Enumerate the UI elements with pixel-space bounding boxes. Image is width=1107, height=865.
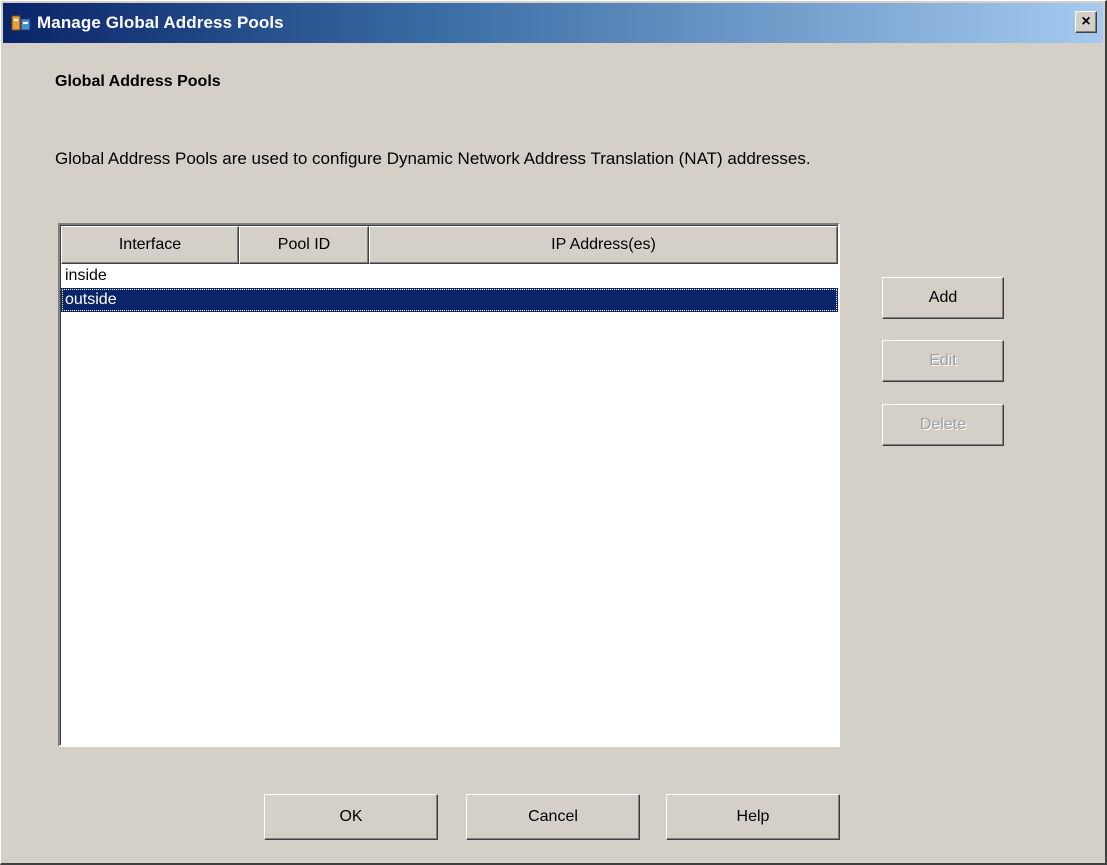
close-icon: × bbox=[1081, 13, 1091, 30]
dialog-window: Manage Global Address Pools × Global Add… bbox=[0, 0, 1107, 865]
column-header-interface[interactable]: Interface bbox=[61, 226, 239, 264]
pools-table: Interface Pool ID IP Address(es) inside … bbox=[58, 223, 840, 747]
section-title: Global Address Pools bbox=[55, 73, 221, 90]
add-button[interactable]: Add bbox=[882, 277, 1004, 319]
delete-button[interactable]: Delete bbox=[882, 404, 1004, 446]
edit-button[interactable]: Edit bbox=[882, 340, 1004, 382]
column-header-ip-addresses[interactable]: IP Address(es) bbox=[369, 226, 838, 264]
description-text: Global Address Pools are used to configu… bbox=[55, 149, 811, 168]
window-title: Manage Global Address Pools bbox=[37, 13, 284, 32]
table-row[interactable]: inside bbox=[61, 264, 838, 288]
column-header-pool-id[interactable]: Pool ID bbox=[239, 226, 369, 264]
close-button[interactable]: × bbox=[1075, 11, 1097, 33]
ok-button[interactable]: OK bbox=[264, 794, 438, 840]
table-row-selected[interactable]: outside bbox=[61, 288, 838, 312]
cell-interface: outside bbox=[65, 291, 117, 308]
help-button[interactable]: Help bbox=[666, 794, 840, 840]
table-header: Interface Pool ID IP Address(es) bbox=[61, 226, 838, 264]
cell-interface: inside bbox=[65, 267, 107, 284]
title-bar[interactable]: Manage Global Address Pools × bbox=[3, 3, 1103, 43]
app-icon bbox=[11, 13, 31, 33]
cancel-button[interactable]: Cancel bbox=[466, 794, 640, 840]
